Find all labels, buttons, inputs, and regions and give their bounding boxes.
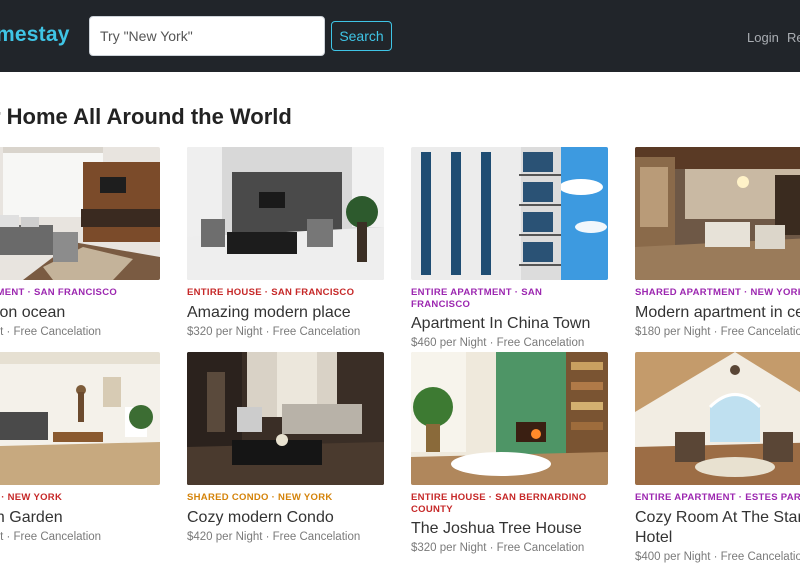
listing-card[interactable]: ENTIRE HOUSE · SAN BERNARDINO COUNTY The… bbox=[411, 352, 608, 554]
listing-photo[interactable] bbox=[187, 147, 384, 280]
listing-card[interactable]: SHARED APARTMENT · NEW YORK Modern apart… bbox=[635, 147, 800, 338]
listing-type: ENTIRE HOUSE · SAN BERNARDINO COUNTY bbox=[411, 492, 587, 515]
listing-title[interactable]: Cozy modern Condo bbox=[187, 508, 384, 528]
listing-photo[interactable] bbox=[411, 352, 608, 485]
listing-photo[interactable] bbox=[187, 352, 384, 485]
listing-price: er Night · Free Cancelation bbox=[0, 530, 102, 543]
listing-title[interactable]: e with Garden bbox=[0, 508, 160, 528]
listing-photo[interactable] bbox=[0, 147, 160, 280]
listing-title[interactable]: Amazing modern place bbox=[187, 303, 384, 323]
listing-type: SHARED CONDO · NEW YORK bbox=[187, 492, 333, 503]
listing-card[interactable]: ENTIRE APARTMENT · SAN FRANCISCO Apartme… bbox=[411, 147, 608, 349]
listing-type: ENTIRE HOUSE · SAN FRANCISCO bbox=[187, 287, 355, 298]
listing-price: $400 per Night · Free Cancelation bbox=[635, 550, 800, 563]
register-link[interactable]: Re bbox=[787, 30, 800, 45]
listing-card[interactable]: ENTIRE APARTMENT · ESTES PARK, Cozy Room… bbox=[635, 352, 800, 563]
listing-price: $460 per Night · Free Cancelation bbox=[411, 337, 585, 349]
listing-card[interactable]: HOUSE · NEW YORK e with Garden er Night … bbox=[0, 352, 160, 543]
listing-title[interactable]: Cozy Room At The Stanley Hotel bbox=[635, 508, 800, 548]
listing-price: $320 per Night · Free Cancelation bbox=[411, 542, 585, 554]
listing-photo[interactable] bbox=[0, 352, 160, 485]
listing-title[interactable]: Modern apartment in ce bbox=[635, 303, 800, 323]
listing-card[interactable]: APARTMENT · SAN FRANCISCO view on ocean … bbox=[0, 147, 160, 338]
listing-price: $420 per Night · Free Cancelation bbox=[187, 530, 361, 543]
search-button[interactable]: Search bbox=[331, 21, 392, 51]
listing-price: er Night · Free Cancelation bbox=[0, 325, 102, 338]
listing-type: APARTMENT · SAN FRANCISCO bbox=[0, 287, 118, 298]
listing-type: HOUSE · NEW YORK bbox=[0, 492, 63, 503]
listing-card[interactable]: SHARED CONDO · NEW YORK Cozy modern Cond… bbox=[187, 352, 384, 543]
listing-title[interactable]: The Joshua Tree House bbox=[411, 519, 608, 539]
listing-photo[interactable] bbox=[411, 147, 608, 280]
listing-title[interactable]: view on ocean bbox=[0, 303, 160, 323]
listing-photo[interactable] bbox=[635, 147, 800, 280]
listing-type: ENTIRE APARTMENT · SAN FRANCISCO bbox=[411, 287, 543, 310]
search-input[interactable] bbox=[89, 16, 325, 56]
login-link[interactable]: Login bbox=[747, 30, 779, 45]
listing-price: $320 per Night · Free Cancelation bbox=[187, 325, 361, 338]
listing-price: $180 per Night · Free Cancelation bbox=[635, 325, 800, 338]
listing-type: SHARED APARTMENT · NEW YORK bbox=[635, 287, 800, 298]
brand-logo[interactable]: mestay bbox=[0, 23, 70, 47]
listing-title[interactable]: Apartment In China Town bbox=[411, 314, 608, 334]
navbar: mestay Search Login Re bbox=[0, 0, 800, 72]
listing-type: ENTIRE APARTMENT · ESTES PARK, bbox=[635, 492, 800, 503]
page-headline: r Home All Around the World bbox=[0, 104, 292, 129]
listing-photo[interactable] bbox=[635, 352, 800, 485]
listing-card[interactable]: ENTIRE HOUSE · SAN FRANCISCO Amazing mod… bbox=[187, 147, 384, 338]
